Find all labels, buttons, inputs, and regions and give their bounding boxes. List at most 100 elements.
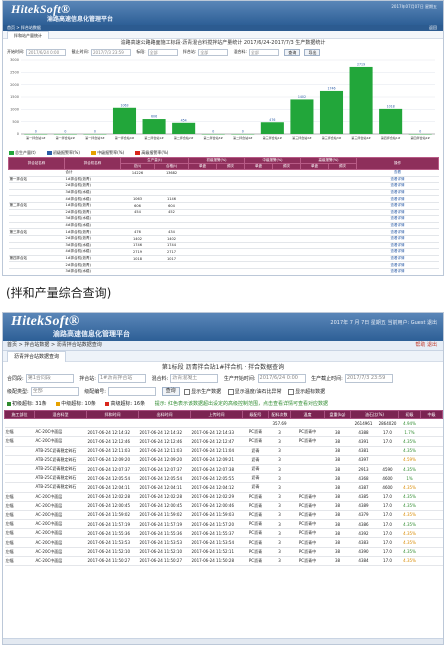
view-detail-link[interactable]: 查看详情 xyxy=(356,202,439,210)
alarm-cell xyxy=(328,222,357,230)
col-ratio[interactable]: 油石比(%) xyxy=(349,410,400,419)
col-mix-time[interactable]: 拌和时间 xyxy=(86,410,139,419)
total-cell: 1018 xyxy=(120,255,155,263)
grade-type-select[interactable]: 全部 xyxy=(30,387,79,396)
view-detail-link[interactable]: 查看详情 xyxy=(356,261,439,269)
view-detail-link[interactable]: 查看详情 xyxy=(356,215,439,223)
col-part[interactable]: 施工部位 xyxy=(4,410,35,419)
col-temp[interactable]: 温度 xyxy=(290,410,325,419)
oil-cell: 17.0 xyxy=(376,537,399,548)
view-detail-link[interactable]: 查看详情 xyxy=(356,242,439,250)
caption: (拌和产量综合查询) xyxy=(6,286,112,300)
section-select[interactable]: 全部 xyxy=(147,48,178,56)
prod-end-input[interactable]: 2017/7/3 23:59 xyxy=(344,374,393,383)
x-tick-label: 第三拌合站2# xyxy=(292,135,312,140)
mid-count[interactable]: 中级超标: 10条 xyxy=(61,401,96,407)
show-exceed-checkbox[interactable]: 显示超标数据 xyxy=(288,386,325,399)
out-time-cell: 2017-06-24 12:14:32 xyxy=(138,427,191,438)
mix-select[interactable]: 全部 xyxy=(248,48,279,56)
upload-time-cell: 2017-06-24 12:04:12 xyxy=(190,482,243,493)
horizontal-scrollbar[interactable] xyxy=(3,638,443,644)
legend-mid[interactable]: 中级报警率(%) xyxy=(91,148,124,157)
mix-time-cell: 2017-06-24 12:02:28 xyxy=(86,492,139,502)
col-low[interactable]: 初级 xyxy=(398,410,422,419)
col-weight[interactable]: 盘重(kg) xyxy=(324,410,351,419)
tab-bar: 沥青拌合站数据查询 xyxy=(3,351,443,362)
legend-total[interactable]: 总生产量(t) xyxy=(9,148,36,157)
start-time-input[interactable]: 2017/6/24 0:00 xyxy=(26,48,67,56)
view-detail-link[interactable]: 查看详情 xyxy=(356,182,439,190)
view-detail-link[interactable]: 查看 xyxy=(356,169,439,177)
col-batch-count[interactable]: 配料次数 xyxy=(268,410,291,419)
legend-high-label: 高级报警率(%) xyxy=(141,150,169,155)
back-link[interactable]: 返回 xyxy=(429,25,437,31)
legend-high[interactable]: 高级报警率(%) xyxy=(135,148,168,157)
weight-cell: 38 xyxy=(324,427,351,438)
breadcrumb-text: 首页 > 拌合站数据 > 沥青拌合站数据查询 xyxy=(7,342,102,348)
station-select[interactable]: 全部 xyxy=(198,48,229,56)
station-label: 拌合站: xyxy=(79,376,96,382)
mix-select[interactable]: 沥青混凝土 xyxy=(170,374,219,383)
count-cell: 3 xyxy=(268,492,291,502)
total-cell: 2719 xyxy=(120,248,155,256)
export-button[interactable]: 导出 xyxy=(304,48,321,56)
alarm-cell xyxy=(272,189,301,197)
mix-time-cell: 2017-06-24 11:52:10 xyxy=(86,547,139,557)
mid-cell xyxy=(420,473,443,484)
grade-no-input[interactable] xyxy=(107,387,156,396)
search-button[interactable]: 查询 xyxy=(284,48,301,56)
station-cell xyxy=(8,268,65,275)
report-title: 渝路高速公路路面施工标段·沥青混合料搅拌站产量统计 2017/6/24-2017… xyxy=(120,40,326,46)
mixer-cell: 2#拌合机(沥青) xyxy=(64,209,121,217)
view-detail-link[interactable]: 查看详情 xyxy=(356,189,439,197)
show-production-checkbox[interactable]: 显示生产数据 xyxy=(184,386,221,399)
view-detail-link[interactable]: 查看详情 xyxy=(356,268,439,275)
view-detail-link[interactable]: 查看详情 xyxy=(356,255,439,263)
prod-start-input[interactable]: 2017/6/24 0:00 xyxy=(257,374,306,383)
pass-cell xyxy=(154,182,189,190)
oil-cell xyxy=(376,455,399,465)
high-count[interactable]: 高级超标: 16条 xyxy=(110,401,145,407)
show-abnormal-checkbox[interactable]: 显示温度/油石比异常 xyxy=(227,386,281,399)
mix-type-cell: AC-20C中面层 xyxy=(34,528,87,539)
col-upload-time[interactable]: 上传时间 xyxy=(190,410,243,419)
alarm-cell xyxy=(188,189,217,197)
end-time-input[interactable]: 2017/7/3 23:59 xyxy=(91,48,131,56)
alarm-cell xyxy=(272,209,301,217)
col-mixer[interactable]: 拌合机名称 xyxy=(64,157,121,170)
search-button[interactable]: 查询 xyxy=(161,387,180,396)
tab-mix-query[interactable]: 沥青拌合站数据查询 xyxy=(7,351,67,362)
platform-subtitle: 渝路高速信息化管理平台 xyxy=(53,330,130,338)
contract-select[interactable]: 第1合同段 xyxy=(25,374,74,383)
col-station[interactable]: 拌合站名称 xyxy=(8,157,65,170)
col-mid[interactable]: 中级 xyxy=(420,410,443,419)
view-detail-link[interactable]: 查看详情 xyxy=(356,248,439,256)
alarm-cell xyxy=(188,222,217,230)
view-detail-link[interactable]: 查看详情 xyxy=(356,222,439,230)
help-logout-links[interactable]: 帮助 退出 xyxy=(415,341,437,350)
mix-type-cell: AC-20C中面层 xyxy=(34,556,87,567)
low-count[interactable]: 初级超标: 31条 xyxy=(12,401,47,407)
view-detail-link[interactable]: 查看详情 xyxy=(356,235,439,243)
legend-low[interactable]: 初级报警率(%) xyxy=(46,148,80,157)
data-label: 1402 xyxy=(298,95,306,99)
mixer-cell: 3#拌合机(水稳) xyxy=(64,189,121,197)
filter-row-1: 合同段: 第1合同段 拌合站: 1#沥青拌合站 混合料: 沥青混凝土 生产开始时间: 2… xyxy=(3,373,443,386)
table-row: 3#拌合机(水稳) 查看详情 xyxy=(8,215,439,223)
station-select[interactable]: 1#沥青拌合站 xyxy=(97,374,146,383)
view-detail-link[interactable]: 查看详情 xyxy=(356,228,439,236)
header-user: 2017年 7 月 7日 星期五 当前用户: Guest 退出 xyxy=(330,320,437,326)
col-action[interactable]: 操作 xyxy=(356,157,440,170)
view-detail-link[interactable]: 查看详情 xyxy=(356,176,439,184)
col-out-time[interactable]: 出料时间 xyxy=(138,410,191,419)
view-detail-link[interactable]: 查看详情 xyxy=(356,195,439,203)
bar xyxy=(290,99,314,134)
col-mix-type[interactable]: 混合料型 xyxy=(34,410,87,419)
alarm-cell xyxy=(216,228,245,236)
app-header: HitekSoft® 渝路高速信息化管理平台 2017年07月07日 星期五 xyxy=(3,1,443,25)
view-detail-link[interactable]: 查看详情 xyxy=(356,209,439,217)
hint-text: 提示: 红色表示该数据超出设定的高级控制范围，点击查看详情可查看对应数据 xyxy=(154,401,328,407)
col-grade-no[interactable]: 级配号 xyxy=(242,410,269,419)
tab-production-stats[interactable]: 拌和站产量统计 xyxy=(7,31,49,39)
ratio-cell: 4.35% xyxy=(398,537,421,548)
